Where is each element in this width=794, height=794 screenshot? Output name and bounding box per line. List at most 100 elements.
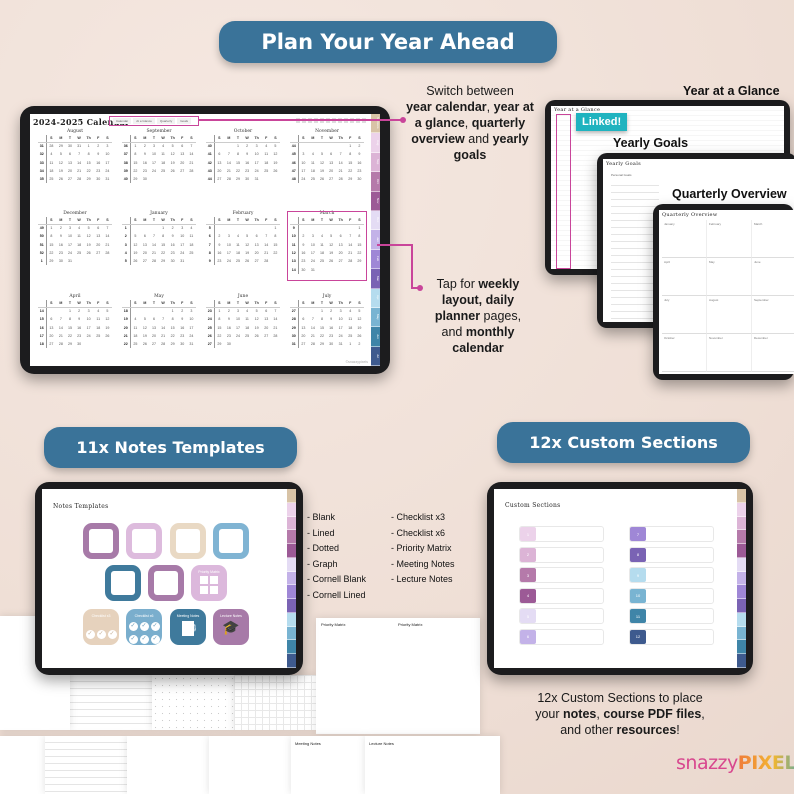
day-cell[interactable]: 9 — [168, 232, 178, 240]
day-cell[interactable]: 6 — [149, 315, 158, 323]
side-tab[interactable] — [737, 571, 746, 586]
day-cell[interactable]: 14 — [308, 324, 317, 332]
day-cell[interactable]: 27 — [65, 175, 74, 183]
quarter-month-cell[interactable]: January — [662, 220, 707, 258]
week-number[interactable]: 5 — [206, 224, 215, 233]
day-cell[interactable]: 19 — [140, 332, 149, 340]
day-cell[interactable]: 16 — [94, 159, 103, 167]
day-cell[interactable]: 1 — [84, 142, 94, 150]
day-cell[interactable]: 26 — [271, 167, 280, 175]
day-cell[interactable]: 23 — [178, 332, 187, 340]
day-cell[interactable]: 10 — [298, 159, 308, 167]
month-january[interactable]: January S M T W Th F S 1 1 2 3 4 2 5 6 7 8 9 10 11 3 12 13 14 15 1… — [122, 211, 196, 266]
day-cell[interactable]: 20 — [327, 167, 336, 175]
day-cell[interactable]: 11 — [346, 315, 355, 323]
week-number[interactable]: 36 — [122, 142, 131, 151]
day-cell[interactable]: 20 — [252, 249, 262, 257]
day-cell[interactable]: 21 — [159, 332, 168, 340]
day-cell[interactable]: 22 — [84, 167, 94, 175]
day-cell[interactable]: 11 — [94, 315, 103, 323]
day-cell[interactable] — [224, 224, 233, 232]
day-cell[interactable]: 19 — [271, 159, 280, 167]
day-cell[interactable]: 9 — [355, 150, 364, 158]
day-cell[interactable]: 21 — [75, 167, 84, 175]
day-cell[interactable]: 21 — [224, 167, 233, 175]
day-cell[interactable]: 29 — [65, 340, 74, 348]
month-may[interactable]: May S M T W Th F S 18 1 2 3 19 4 5 6 7 8 9 10 20 11 12 13 14 15 16… — [122, 294, 196, 349]
day-cell[interactable]: 21 — [103, 241, 112, 249]
tile-graph[interactable] — [213, 523, 249, 559]
week-number[interactable]: 23 — [206, 307, 215, 316]
day-cell[interactable]: 19 — [252, 324, 262, 332]
week-number[interactable]: 44 — [290, 142, 299, 151]
day-cell[interactable]: 13 — [252, 241, 262, 249]
day-cell[interactable]: 1 — [168, 307, 178, 315]
day-cell[interactable]: 13 — [214, 159, 224, 167]
day-cell[interactable] — [178, 175, 187, 183]
quarter-month-cell[interactable]: May — [707, 258, 752, 296]
day-cell[interactable]: 5 — [317, 150, 326, 158]
day-cell[interactable]: 11 — [262, 150, 271, 158]
week-number[interactable]: 18 — [122, 307, 131, 316]
day-cell[interactable] — [308, 307, 317, 315]
day-cell[interactable] — [56, 307, 65, 315]
day-cell[interactable] — [130, 224, 140, 232]
day-cell[interactable]: 5 — [130, 232, 140, 240]
day-cell[interactable]: 6 — [46, 315, 56, 323]
day-cell[interactable]: 1 — [65, 307, 74, 315]
week-number[interactable]: 9 — [206, 257, 215, 266]
quarter-month-cell[interactable]: July — [662, 296, 707, 334]
day-cell[interactable]: 28 — [149, 257, 158, 265]
week-number[interactable]: 21 — [122, 331, 131, 341]
day-cell[interactable]: 18 — [187, 241, 196, 249]
day-cell[interactable]: 25 — [75, 249, 84, 257]
custom-section-9[interactable]: 9 — [629, 567, 714, 583]
side-tab[interactable]: Oct — [371, 172, 380, 192]
day-cell[interactable]: 30 — [94, 175, 103, 183]
day-cell[interactable]: 27 — [262, 332, 271, 340]
day-cell[interactable]: 1 — [159, 224, 168, 232]
side-tab[interactable]: Jan — [371, 230, 380, 250]
day-cell[interactable]: 14 — [271, 315, 280, 323]
day-cell[interactable]: 23 — [355, 167, 364, 175]
week-number[interactable]: 16 — [38, 323, 47, 332]
day-cell[interactable] — [214, 224, 224, 232]
week-number[interactable]: 46 — [290, 158, 299, 167]
day-cell[interactable] — [252, 224, 262, 232]
day-cell[interactable]: 18 — [308, 167, 317, 175]
side-tab[interactable]: Apr — [371, 288, 380, 308]
day-cell[interactable]: 26 — [243, 257, 252, 265]
day-cell[interactable] — [159, 307, 168, 315]
side-tab[interactable] — [737, 585, 746, 600]
day-cell[interactable]: 29 — [46, 257, 56, 265]
day-cell[interactable]: 7 — [308, 315, 317, 323]
day-cell[interactable]: 16 — [327, 324, 336, 332]
day-cell[interactable]: 21 — [336, 167, 346, 175]
day-cell[interactable]: 14 — [187, 150, 196, 158]
day-cell[interactable]: 18 — [233, 249, 242, 257]
day-cell[interactable]: 8 — [233, 150, 242, 158]
day-cell[interactable]: 24 — [187, 332, 196, 340]
day-cell[interactable]: 16 — [75, 324, 84, 332]
day-cell[interactable] — [243, 224, 252, 232]
quarter-month-cell[interactable]: November — [707, 334, 752, 372]
day-cell[interactable]: 19 — [103, 324, 112, 332]
day-cell[interactable]: 2 — [355, 142, 364, 150]
side-tab[interactable] — [287, 544, 296, 558]
day-cell[interactable]: 6 — [262, 307, 271, 315]
custom-section-12[interactable]: 12 — [629, 628, 714, 645]
week-number[interactable]: 43 — [206, 166, 215, 176]
day-cell[interactable] — [271, 257, 280, 265]
day-cell[interactable]: 2 — [56, 224, 65, 232]
day-cell[interactable]: 29 — [84, 175, 94, 183]
side-tab[interactable]: Sep — [371, 152, 380, 173]
day-cell[interactable]: 20 — [94, 241, 103, 249]
day-cell[interactable]: 15 — [214, 324, 224, 332]
day-cell[interactable]: 22 — [168, 332, 178, 340]
day-cell[interactable]: 19 — [243, 249, 252, 257]
day-cell[interactable]: 26 — [168, 167, 178, 175]
week-number[interactable]: 39 — [122, 166, 131, 176]
day-cell[interactable]: 4 — [346, 307, 355, 315]
tile-cornell-blank[interactable] — [105, 565, 141, 601]
day-cell[interactable]: 29 — [346, 175, 355, 183]
